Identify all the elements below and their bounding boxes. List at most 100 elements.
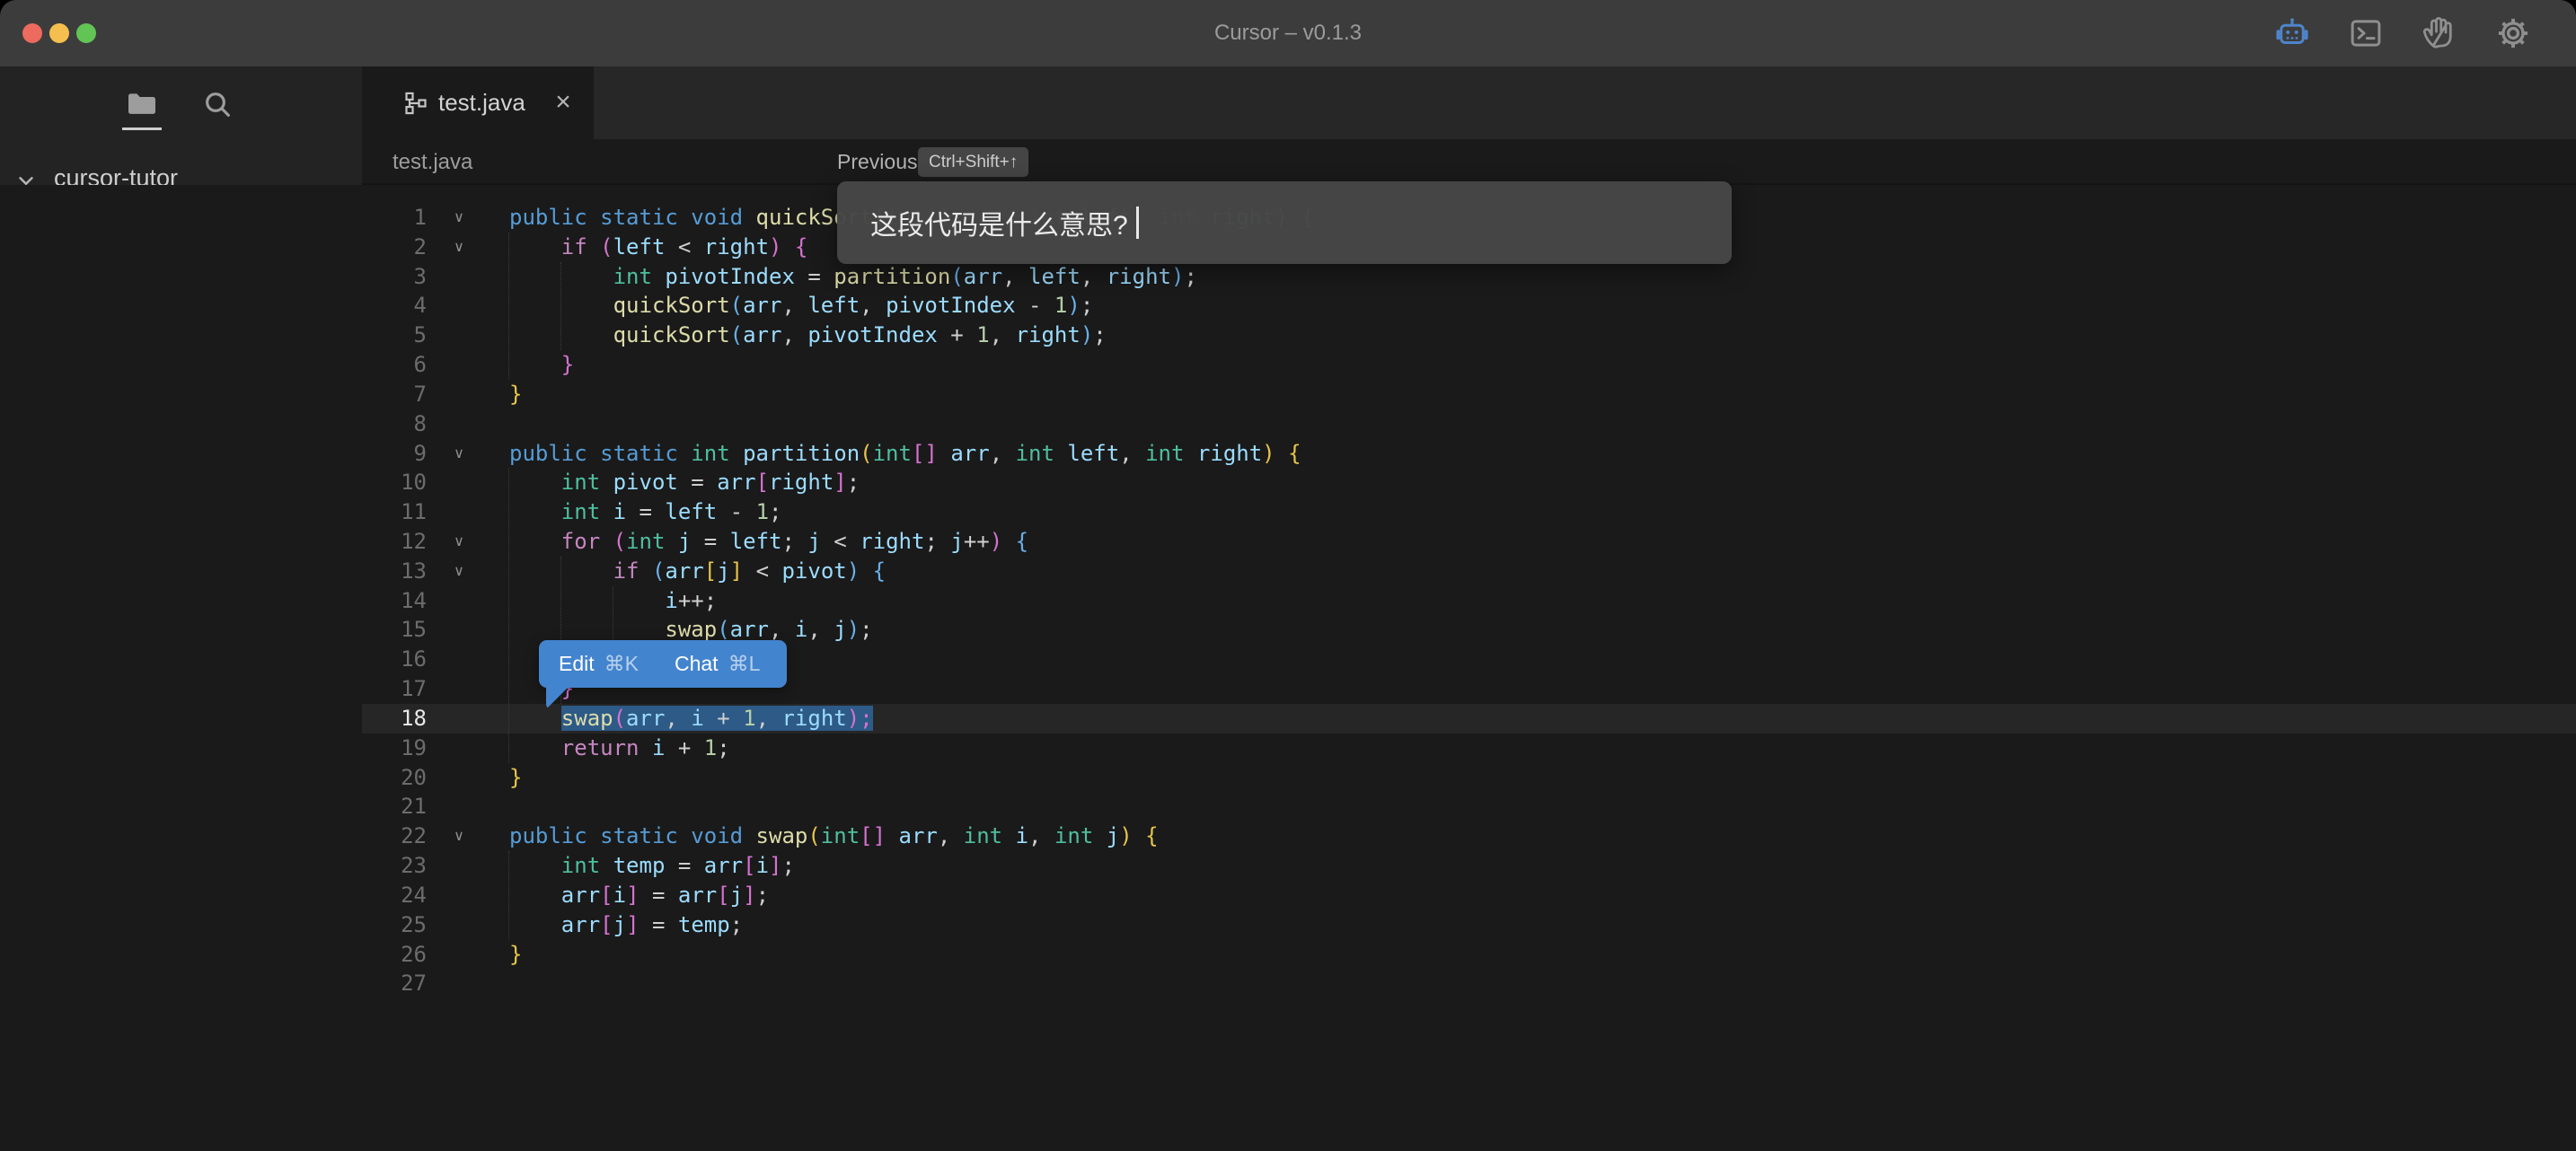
window-title: Cursor – v0.1.3	[0, 0, 2576, 66]
line-number: 23	[361, 851, 427, 881]
code-line[interactable]: 13 ∨ if (arr[j] < pivot) {	[0, 557, 2576, 586]
code-line[interactable]: 17 }	[0, 674, 2576, 704]
explorer-active-underline	[122, 127, 162, 130]
code-text: arr[i] = arr[j];	[509, 881, 769, 910]
code-text: for (int j = left; j < right; j++) {	[509, 527, 1028, 557]
code-line[interactable]: 25 arr[j] = temp;	[0, 910, 2576, 940]
chat-button[interactable]: Chat	[675, 652, 719, 676]
sidebar-toolbar	[0, 66, 362, 138]
line-number: 8	[361, 409, 427, 439]
prompt-input-text[interactable]: 这段代码是什么意思?	[870, 203, 1128, 242]
code-line[interactable]: 12 ∨ for (int j = left; j < right; j++) {	[0, 527, 2576, 557]
line-number: 4	[361, 291, 427, 321]
line-number: 22	[361, 822, 427, 851]
code-line[interactable]: 19 return i + 1;	[0, 734, 2576, 763]
code-line[interactable]: 23 int temp = arr[i];	[0, 851, 2576, 881]
line-number: 1	[361, 203, 427, 233]
code-text: if (arr[j] < pivot) {	[509, 557, 886, 586]
app-window: Cursor – v0.1.3	[0, 0, 2576, 1151]
line-number: 17	[361, 674, 427, 704]
edit-shortcut: ⌘K	[604, 652, 639, 676]
ai-action-tooltip: Edit ⌘K Chat ⌘L	[539, 640, 787, 688]
code-line[interactable]: 15 swap(arr, i, j);	[0, 615, 2576, 645]
fold-chevron-icon[interactable]: ∨	[446, 439, 472, 469]
code-line[interactable]: 7}	[0, 380, 2576, 409]
chat-shortcut: ⌘L	[728, 652, 761, 676]
line-number: 5	[361, 321, 427, 350]
line-number: 20	[361, 763, 427, 793]
line-number: 16	[361, 645, 427, 674]
code-text: int pivotIndex = partition(arr, left, ri…	[509, 262, 1197, 292]
code-editor[interactable]: 1∨public static void quickSort(int[] arr…	[0, 185, 2576, 1151]
fold-chevron-icon[interactable]: ∨	[446, 557, 472, 586]
code-text: int i = left - 1;	[509, 497, 781, 527]
code-line[interactable]: 3 int pivotIndex = partition(arr, left, …	[0, 262, 2576, 292]
line-number: 21	[361, 792, 427, 822]
fold-chevron-icon[interactable]: ∨	[446, 203, 472, 233]
code-line[interactable]: 20}	[0, 763, 2576, 793]
tab-test-java[interactable]: test.java ×	[362, 66, 594, 139]
code-line[interactable]: 21	[0, 792, 2576, 822]
code-line[interactable]: 9 ∨ public static int partition(int[] arr,…	[0, 439, 2576, 469]
code-line[interactable]: 5 quickSort(arr, pivotIndex + 1, right);	[0, 321, 2576, 350]
code-line[interactable]: 27	[0, 969, 2576, 998]
text-cursor	[1136, 206, 1139, 239]
code-line[interactable]: 11 int i = left - 1;	[0, 497, 2576, 527]
code-text: public static void swap(int[] arr, int i…	[509, 822, 1159, 851]
code-line[interactable]: 18 swap(arr, i + 1, right);	[0, 704, 2576, 734]
terminal-icon[interactable]	[2346, 13, 2386, 53]
wave-hand-icon[interactable]	[2420, 13, 2459, 53]
previous-label[interactable]: Previous	[837, 150, 917, 174]
line-number: 3	[361, 262, 427, 292]
line-number: 7	[361, 380, 427, 409]
code-line[interactable]: 26}	[0, 940, 2576, 970]
settings-gear-icon[interactable]	[2493, 13, 2533, 53]
code-text: i++;	[509, 586, 717, 616]
explorer-folder-icon[interactable]	[120, 83, 163, 126]
close-icon[interactable]: ×	[547, 86, 579, 119]
fold-chevron-icon[interactable]: ∨	[446, 527, 472, 557]
line-number: 27	[361, 969, 427, 998]
code-line[interactable]: 8	[0, 409, 2576, 439]
title-bar: Cursor – v0.1.3	[0, 0, 2576, 66]
code-text: int pivot = arr[right];	[509, 468, 860, 497]
line-number: 25	[361, 910, 427, 940]
edit-button[interactable]: Edit	[559, 652, 595, 676]
code-text: }	[509, 380, 522, 409]
ai-prompt-overlay[interactable]: 这段代码是什么意思?	[837, 181, 1732, 264]
breadcrumb[interactable]: test.java	[393, 150, 472, 175]
code-text: return i + 1;	[509, 734, 730, 763]
titlebar-actions	[2272, 0, 2533, 66]
code-line[interactable]: 14 i++;	[0, 586, 2576, 616]
line-number: 2	[361, 233, 427, 262]
java-graph-icon	[403, 91, 428, 116]
line-number: 24	[361, 881, 427, 910]
code-text: quickSort(arr, left, pivotIndex - 1);	[509, 291, 1093, 321]
breadcrumb-bar: test.java Previous Ctrl+Shift+↑	[362, 139, 2576, 185]
ai-robot-icon[interactable]	[2272, 13, 2312, 53]
line-number: 18	[361, 704, 427, 734]
line-number: 15	[361, 615, 427, 645]
line-number: 11	[361, 497, 427, 527]
line-number: 19	[361, 734, 427, 763]
fold-chevron-icon[interactable]: ∨	[446, 233, 472, 262]
line-number: 10	[361, 468, 427, 497]
code-line[interactable]: 16 }	[0, 645, 2576, 674]
code-line[interactable]: 4 quickSort(arr, left, pivotIndex - 1);	[0, 291, 2576, 321]
code-line[interactable]: 22 ∨ public static void swap(int[] arr, in…	[0, 822, 2576, 851]
line-number: 6	[361, 350, 427, 380]
code-text: public static int partition(int[] arr, i…	[509, 439, 1301, 469]
fold-chevron-icon[interactable]: ∨	[446, 822, 472, 851]
tab-label: test.java	[438, 89, 525, 117]
search-icon[interactable]	[196, 83, 239, 126]
line-number: 13	[361, 557, 427, 586]
line-number: 12	[361, 527, 427, 557]
code-text: }	[509, 350, 574, 380]
code-text: if (left < right) {	[509, 233, 807, 262]
code-line[interactable]: 24 arr[i] = arr[j];	[0, 881, 2576, 910]
code-line[interactable]: 10 int pivot = arr[right];	[0, 468, 2576, 497]
code-text: quickSort(arr, pivotIndex + 1, right);	[509, 321, 1107, 350]
line-number: 9	[361, 439, 427, 469]
code-line[interactable]: 6 }	[0, 350, 2576, 380]
line-number: 26	[361, 940, 427, 970]
